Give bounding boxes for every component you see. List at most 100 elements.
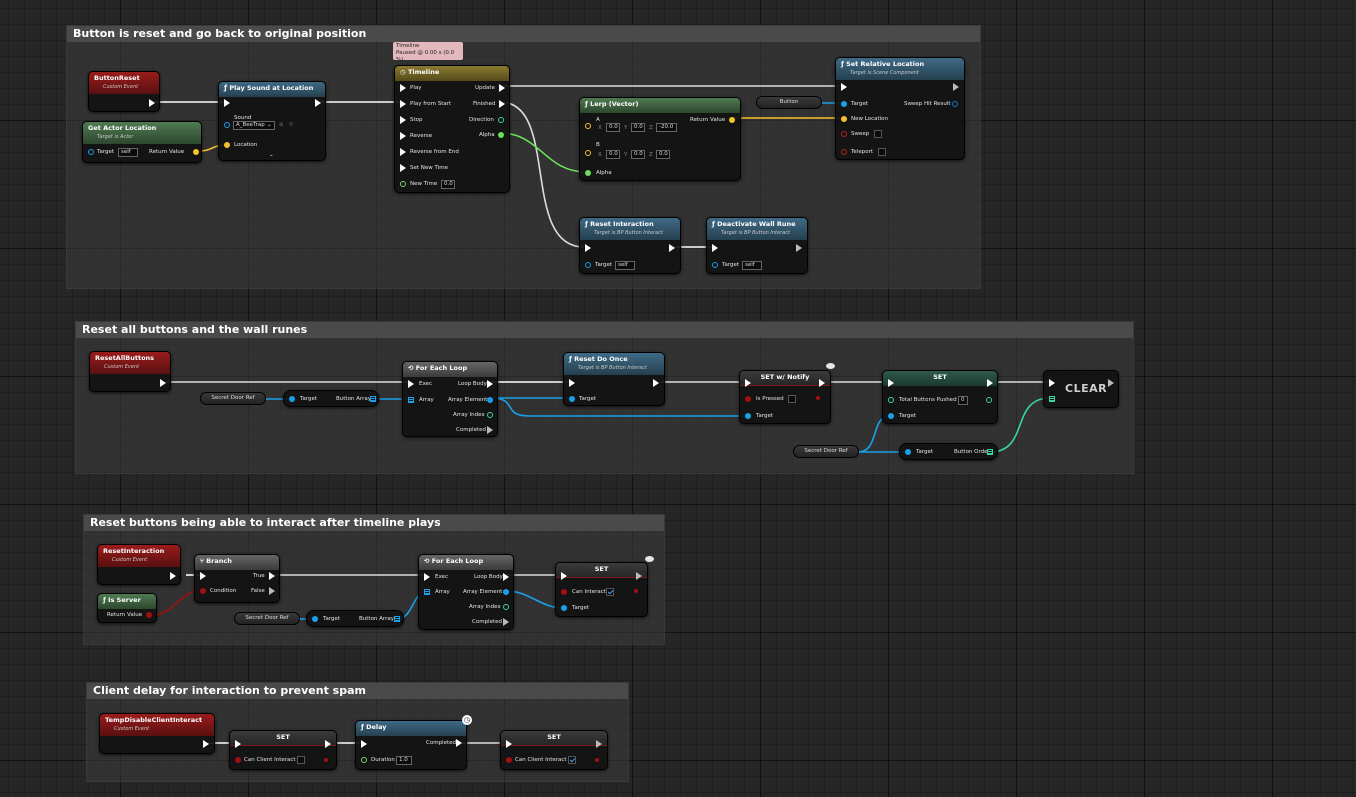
new-location-pin[interactable] bbox=[841, 116, 847, 122]
a-y-field[interactable]: 0.0 bbox=[631, 123, 645, 132]
array-index-pin[interactable] bbox=[503, 604, 509, 610]
target-pin[interactable] bbox=[289, 396, 295, 402]
completed-exec-pin[interactable] bbox=[456, 739, 462, 747]
is-pressed-out-pin[interactable] bbox=[816, 396, 820, 400]
target-pin[interactable] bbox=[585, 262, 591, 268]
total-buttons-pushed-pin[interactable] bbox=[888, 397, 894, 403]
sound-pin[interactable] bbox=[224, 122, 230, 128]
exec-out-pin[interactable] bbox=[669, 244, 675, 252]
completed-pin[interactable] bbox=[487, 426, 493, 434]
for-each-loop-node[interactable]: ⟲ For Each Loop Exec Array Loop Body Arr… bbox=[402, 361, 498, 437]
exec-in-pin[interactable] bbox=[569, 379, 575, 387]
exec-out-pin[interactable] bbox=[203, 740, 209, 748]
exec-out-pin[interactable] bbox=[596, 740, 602, 748]
condition-pin[interactable] bbox=[200, 588, 206, 594]
stop-exec-pin[interactable] bbox=[400, 116, 406, 124]
return-value-pin[interactable] bbox=[729, 117, 735, 123]
event-temp-disable-client-interact[interactable]: TempDisableClientInteract Custom Event bbox=[99, 713, 215, 754]
reverse-exec-pin[interactable] bbox=[400, 132, 406, 140]
button-array-pin[interactable] bbox=[370, 396, 376, 402]
timeline-node[interactable]: ◷ Timeline Play Play from Start Stop Rev… bbox=[394, 65, 510, 193]
target-pin[interactable] bbox=[561, 605, 567, 611]
exec-out-pin[interactable] bbox=[160, 379, 166, 387]
array-element-pin[interactable] bbox=[487, 397, 493, 403]
return-value-pin[interactable] bbox=[193, 149, 199, 155]
set-can-client-interact-node[interactable]: SET Can Client Interact bbox=[229, 730, 337, 770]
finished-exec-pin[interactable] bbox=[499, 100, 505, 108]
loop-body-pin[interactable] bbox=[487, 380, 493, 388]
total-out-pin[interactable] bbox=[986, 397, 992, 403]
event-reset-all-buttons[interactable]: ResetAllButtons Custom Event bbox=[89, 351, 171, 392]
exec-in-pin[interactable] bbox=[408, 380, 414, 388]
target-self-field[interactable]: self bbox=[615, 261, 635, 270]
exec-in-pin[interactable] bbox=[200, 572, 206, 580]
event-reset-interaction[interactable]: ResetInteraction Custom Event bbox=[97, 544, 181, 585]
event-button-reset[interactable]: ButtonReset Custom Event bbox=[88, 71, 160, 112]
exec-in-pin[interactable] bbox=[585, 244, 591, 252]
exec-in-pin[interactable] bbox=[506, 740, 512, 748]
can-client-interact-out-pin[interactable] bbox=[324, 758, 328, 762]
array-pin[interactable] bbox=[408, 397, 414, 403]
direction-pin[interactable] bbox=[498, 117, 504, 123]
can-interact-out-pin[interactable] bbox=[634, 589, 638, 593]
exec-in-pin[interactable] bbox=[1049, 379, 1055, 387]
exec-out-pin[interactable] bbox=[636, 572, 642, 580]
can-interact-checkbox[interactable] bbox=[606, 588, 614, 596]
can-client-interact-out-pin[interactable] bbox=[595, 758, 599, 762]
search-icon[interactable]: ⚲ bbox=[289, 122, 293, 129]
deactivate-wall-rune-node[interactable]: ƒ Deactivate Wall Rune Target is BP Butto… bbox=[706, 217, 808, 274]
target-pin[interactable] bbox=[712, 262, 718, 268]
lerp-vector-node[interactable]: ƒ Lerp (Vector) A X 0.0 Y 0.0 Z -20.0 B … bbox=[579, 97, 741, 181]
exec-out-pin[interactable] bbox=[953, 83, 959, 91]
target-pin[interactable] bbox=[569, 396, 575, 402]
get-actor-location-node[interactable]: Get Actor Location Target is Actor Target… bbox=[82, 121, 202, 163]
array-element-pin[interactable] bbox=[503, 589, 509, 595]
get-button-array-node[interactable]: Target Button Array bbox=[283, 390, 379, 407]
false-exec-pin[interactable] bbox=[269, 587, 275, 595]
exec-in-pin[interactable] bbox=[235, 740, 241, 748]
can-client-interact-checkbox[interactable] bbox=[297, 756, 305, 764]
return-value-pin[interactable] bbox=[146, 612, 152, 618]
secret-door-ref-getter[interactable]: Secret Door Ref bbox=[793, 445, 859, 458]
alpha-in-pin[interactable] bbox=[585, 170, 591, 176]
target-self-field[interactable]: self bbox=[118, 148, 138, 157]
duration-pin[interactable] bbox=[361, 757, 367, 763]
array-index-pin[interactable] bbox=[487, 412, 493, 418]
b-y-field[interactable]: 0.0 bbox=[631, 150, 645, 159]
a-z-field[interactable]: -20.0 bbox=[656, 123, 677, 132]
exec-in-pin[interactable] bbox=[712, 244, 718, 252]
duration-field[interactable]: 1.0 bbox=[396, 756, 412, 765]
teleport-pin[interactable] bbox=[841, 149, 847, 155]
target-pin[interactable] bbox=[312, 616, 318, 622]
exec-out-pin[interactable] bbox=[987, 379, 993, 387]
exec-out-pin[interactable] bbox=[315, 99, 321, 107]
reverse-from-end-exec-pin[interactable] bbox=[400, 148, 406, 156]
exec-in-pin[interactable] bbox=[361, 740, 367, 748]
can-client-interact-checkbox[interactable] bbox=[568, 756, 576, 764]
exec-in-pin[interactable] bbox=[561, 572, 567, 580]
chevron-down-icon[interactable]: ⌄ bbox=[267, 122, 272, 129]
button-order-pin[interactable] bbox=[987, 449, 993, 455]
target-self-field[interactable]: self bbox=[742, 261, 762, 270]
new-time-field[interactable]: 0.0 bbox=[441, 180, 455, 189]
for-each-loop-node[interactable]: ⟲ For Each Loop Exec Array Loop Body Arr… bbox=[418, 554, 514, 630]
exec-out-pin[interactable] bbox=[796, 244, 802, 252]
secret-door-ref-getter[interactable]: Secret Door Ref bbox=[234, 612, 300, 625]
reset-interaction-node[interactable]: ƒ Reset Interaction Target is BP Button I… bbox=[579, 217, 681, 274]
set-can-client-interact-node[interactable]: SET Can Client Interact bbox=[500, 730, 608, 770]
exec-in-pin[interactable] bbox=[841, 83, 847, 91]
is-pressed-pin[interactable] bbox=[745, 396, 751, 402]
get-button-array-node[interactable]: Target Button Array bbox=[306, 610, 404, 627]
branch-node[interactable]: ⑂ Branch Condition True False bbox=[194, 554, 280, 603]
play-sound-at-location-node[interactable]: ƒ Play Sound at Location Sound A_BeeTrap… bbox=[218, 81, 326, 161]
play-exec-pin[interactable] bbox=[400, 84, 406, 92]
set-with-notify-node[interactable]: SET w/ Notify Is Pressed Target bbox=[739, 370, 831, 424]
clear-icon[interactable]: ⊗ bbox=[279, 122, 284, 129]
new-time-pin[interactable] bbox=[400, 181, 406, 187]
set-can-interact-node[interactable]: SET Can Interact Target bbox=[555, 562, 648, 617]
button-variable-getter[interactable]: Button bbox=[756, 96, 822, 109]
exec-in-pin[interactable] bbox=[888, 379, 894, 387]
target-pin[interactable] bbox=[841, 101, 847, 107]
exec-out-pin[interactable] bbox=[1108, 379, 1114, 387]
update-exec-pin[interactable] bbox=[499, 84, 505, 92]
